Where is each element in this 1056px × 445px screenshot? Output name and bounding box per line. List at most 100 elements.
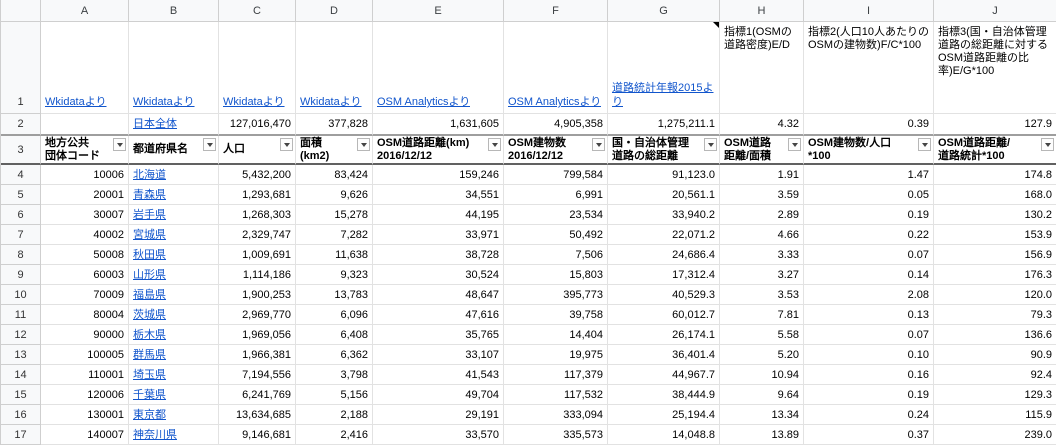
cell-osm-buildings[interactable]: 7,506 — [504, 245, 608, 265]
cell-area[interactable]: 9,323 — [296, 265, 373, 285]
column-header-c[interactable]: C — [219, 0, 296, 22]
cell-road-ratio[interactable]: 168.0 — [934, 185, 1056, 205]
cell-bldg-ratio[interactable]: 0.14 — [804, 265, 934, 285]
cell-population[interactable]: 9,146,681 — [219, 425, 296, 445]
row-number[interactable]: 7 — [1, 225, 41, 245]
row-number[interactable]: 1 — [1, 22, 41, 114]
column-header-i[interactable]: I — [804, 0, 934, 22]
cell-gov-road[interactable]: 36,401.4 — [608, 345, 720, 365]
cell-road-ratio[interactable]: 129.3 — [934, 385, 1056, 405]
cell-area[interactable]: 15,278 — [296, 205, 373, 225]
cell-code[interactable]: 40002 — [41, 225, 129, 245]
cell-j2-road-ratio[interactable]: 127.9 — [934, 114, 1056, 136]
cell-osm-buildings[interactable]: 117,532 — [504, 385, 608, 405]
cell-gov-road[interactable]: 33,940.2 — [608, 205, 720, 225]
prefecture-link[interactable]: 栃木県 — [133, 328, 166, 342]
cell-bldg-ratio[interactable]: 0.37 — [804, 425, 934, 445]
cell-road-ratio[interactable]: 174.8 — [934, 165, 1056, 185]
cell-population[interactable]: 1,293,681 — [219, 185, 296, 205]
cell-population[interactable]: 1,900,253 — [219, 285, 296, 305]
cell-area[interactable]: 11,638 — [296, 245, 373, 265]
cell-f2-osm-buildings[interactable]: 4,905,358 — [504, 114, 608, 136]
cell-bldg-ratio[interactable]: 2.08 — [804, 285, 934, 305]
cell-i1-indicator2[interactable]: 指標2(人口10人あたりのOSMの建物数)F/C*100 — [804, 22, 934, 114]
filter-button[interactable] — [113, 138, 126, 151]
cell-road-ratio[interactable]: 156.9 — [934, 245, 1056, 265]
cell-population[interactable]: 1,114,186 — [219, 265, 296, 285]
cell-bldg-ratio[interactable]: 0.13 — [804, 305, 934, 325]
column-header-f[interactable]: F — [504, 0, 608, 22]
cell-osm-buildings[interactable]: 117,379 — [504, 365, 608, 385]
cell-code[interactable]: 10006 — [41, 165, 129, 185]
filter-button[interactable] — [704, 138, 717, 151]
cell-population[interactable]: 6,241,769 — [219, 385, 296, 405]
prefecture-link[interactable]: 宮城県 — [133, 228, 166, 242]
cell-c2-population[interactable]: 127,016,470 — [219, 114, 296, 136]
source-link-osm-analytics-e[interactable]: OSM Analyticsより — [377, 95, 470, 109]
cell-g2-gov-road[interactable]: 1,275,211.1 — [608, 114, 720, 136]
cell-gov-road[interactable]: 60,012.7 — [608, 305, 720, 325]
cell-population[interactable]: 1,268,303 — [219, 205, 296, 225]
source-link-osm-analytics-f[interactable]: OSM Analyticsより — [508, 95, 601, 109]
cell-code[interactable]: 60003 — [41, 265, 129, 285]
cell-density[interactable]: 3.27 — [720, 265, 804, 285]
header-cell-gov-road[interactable]: 国・自治体管理 道路の総距離 — [608, 136, 720, 165]
cell-osm-road[interactable]: 33,570 — [373, 425, 504, 445]
cell-density[interactable]: 4.66 — [720, 225, 804, 245]
column-header-a[interactable]: A — [41, 0, 129, 22]
header-cell-code[interactable]: 地方公共 団体コード — [41, 136, 129, 165]
cell-code[interactable]: 90000 — [41, 325, 129, 345]
cell-gov-road[interactable]: 25,194.4 — [608, 405, 720, 425]
cell-code[interactable]: 20001 — [41, 185, 129, 205]
prefecture-link[interactable]: 神奈川県 — [133, 428, 177, 442]
cell-area[interactable]: 9,626 — [296, 185, 373, 205]
cell-gov-road[interactable]: 14,048.8 — [608, 425, 720, 445]
row-number[interactable]: 10 — [1, 285, 41, 305]
cell-code[interactable]: 30007 — [41, 205, 129, 225]
cell-bldg-ratio[interactable]: 1.47 — [804, 165, 934, 185]
cell-osm-buildings[interactable]: 50,492 — [504, 225, 608, 245]
row-number[interactable]: 16 — [1, 405, 41, 425]
cell-bldg-ratio[interactable]: 0.10 — [804, 345, 934, 365]
cell-osm-buildings[interactable]: 335,573 — [504, 425, 608, 445]
prefecture-link[interactable]: 千葉県 — [133, 388, 166, 402]
cell-osm-road[interactable]: 41,543 — [373, 365, 504, 385]
cell-bldg-ratio[interactable]: 0.05 — [804, 185, 934, 205]
cell-code[interactable]: 100005 — [41, 345, 129, 365]
cell-i2-bldg-ratio[interactable]: 0.39 — [804, 114, 934, 136]
cell-osm-road[interactable]: 38,728 — [373, 245, 504, 265]
column-header-g[interactable]: G — [608, 0, 720, 22]
source-link-road-statistics[interactable]: 道路統計年報2015より — [612, 81, 715, 109]
cell-area[interactable]: 7,282 — [296, 225, 373, 245]
cell-osm-road[interactable]: 49,704 — [373, 385, 504, 405]
header-cell-bldg-ratio[interactable]: OSM建物数/人口 *100 — [804, 136, 934, 165]
cell-area[interactable]: 6,096 — [296, 305, 373, 325]
column-header-j[interactable]: J — [934, 0, 1056, 22]
row-number[interactable]: 12 — [1, 325, 41, 345]
cell-density[interactable]: 2.89 — [720, 205, 804, 225]
cell-road-ratio[interactable]: 153.9 — [934, 225, 1056, 245]
cell-h1-indicator1[interactable]: 指標1(OSMの道路密度)E/D — [720, 22, 804, 114]
cell-h2-density[interactable]: 4.32 — [720, 114, 804, 136]
cell-gov-road[interactable]: 40,529.3 — [608, 285, 720, 305]
cell-road-ratio[interactable]: 120.0 — [934, 285, 1056, 305]
cell-gov-road[interactable]: 22,071.2 — [608, 225, 720, 245]
cell-d2-area[interactable]: 377,828 — [296, 114, 373, 136]
cell-a2[interactable] — [41, 114, 129, 136]
cell-road-ratio[interactable]: 90.9 — [934, 345, 1056, 365]
row-number[interactable]: 17 — [1, 425, 41, 445]
cell-road-ratio[interactable]: 79.3 — [934, 305, 1056, 325]
cell-gov-road[interactable]: 17,312.4 — [608, 265, 720, 285]
cell-road-ratio[interactable]: 239.0 — [934, 425, 1056, 445]
cell-area[interactable]: 13,783 — [296, 285, 373, 305]
prefecture-link[interactable]: 岩手県 — [133, 208, 166, 222]
header-cell-population[interactable]: 人口 — [219, 136, 296, 165]
cell-area[interactable]: 2,416 — [296, 425, 373, 445]
cell-osm-buildings[interactable]: 14,404 — [504, 325, 608, 345]
row-number[interactable]: 9 — [1, 265, 41, 285]
prefecture-link[interactable]: 北海道 — [133, 168, 166, 182]
cell-gov-road[interactable]: 26,174.1 — [608, 325, 720, 345]
select-all-corner[interactable] — [1, 0, 41, 22]
cell-bldg-ratio[interactable]: 0.24 — [804, 405, 934, 425]
cell-density[interactable]: 9.64 — [720, 385, 804, 405]
